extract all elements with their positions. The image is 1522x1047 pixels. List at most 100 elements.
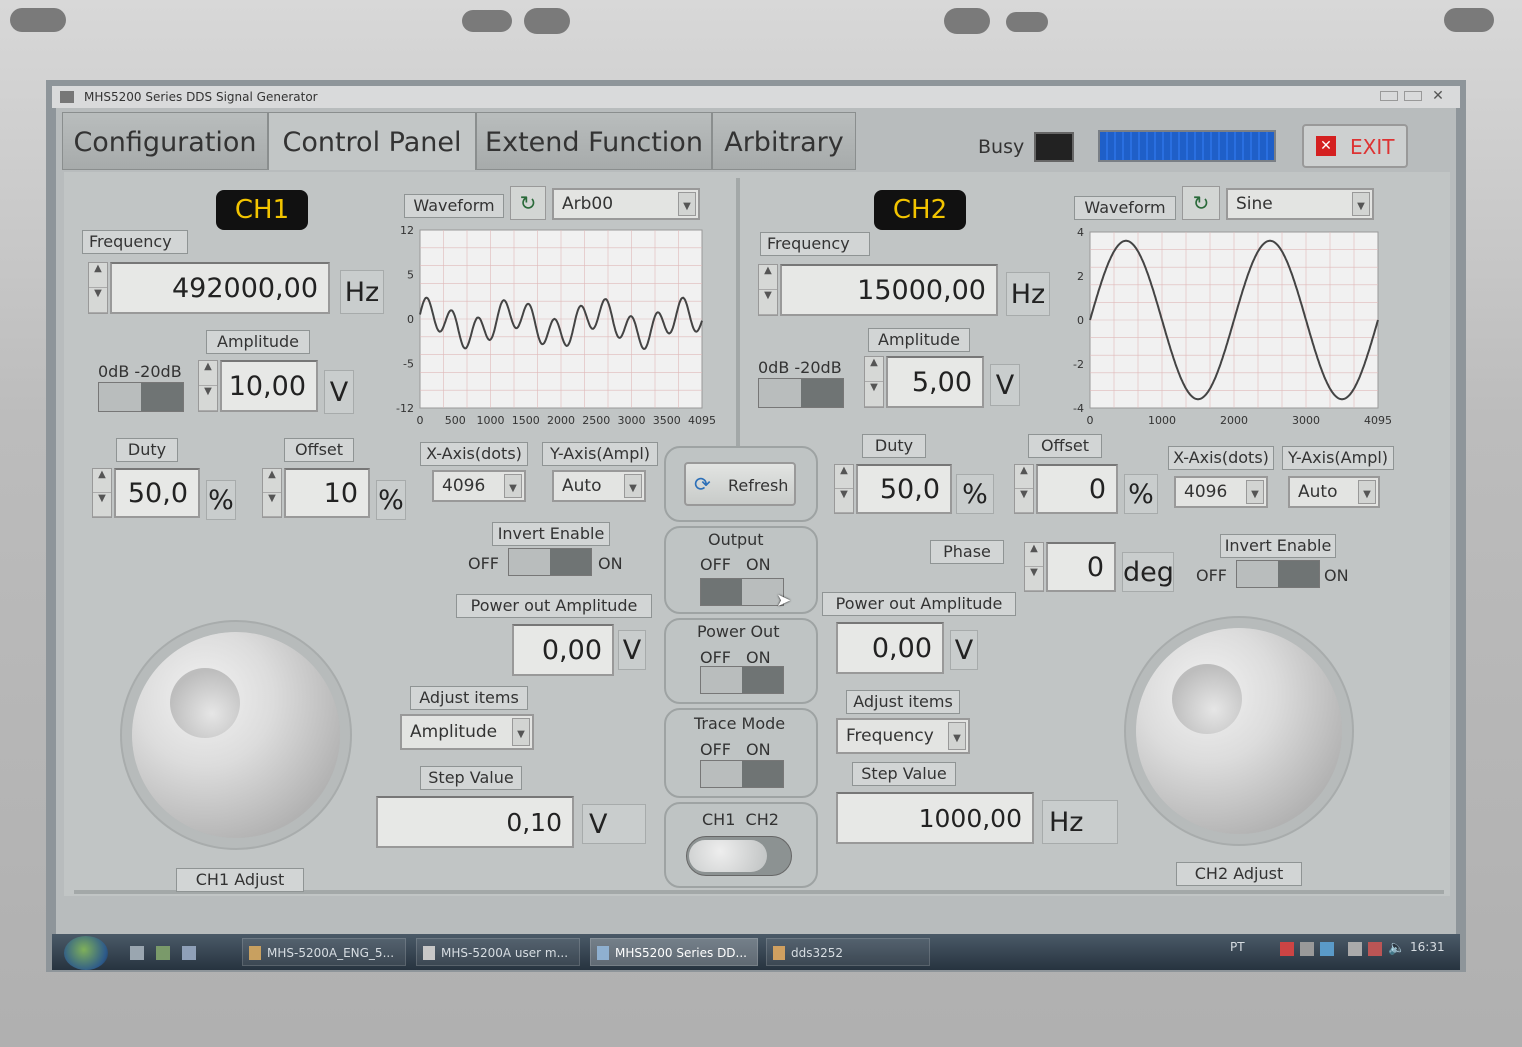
close-icon[interactable]: ✕: [1426, 88, 1450, 104]
ch2-offset-field[interactable]: 0: [1036, 464, 1118, 514]
ch1-offset-stepper[interactable]: ▲ ▼: [262, 468, 282, 518]
tab-arbitrary[interactable]: Arbitrary: [712, 112, 856, 170]
ch1-amplitude-field[interactable]: 10,00: [220, 360, 318, 412]
tray-icon[interactable]: [1368, 942, 1382, 956]
bezel-clip: [524, 8, 570, 34]
output-toggle[interactable]: [700, 578, 784, 606]
ch1-y-tick-label: 5: [407, 269, 414, 282]
ch1-waveform-select[interactable]: Arb00 ▼: [552, 188, 700, 220]
ch1-y-tick-label: 0: [407, 313, 414, 326]
ch1-duty-field[interactable]: 50,0: [114, 468, 200, 518]
ch2-step-unit: Hz: [1042, 800, 1118, 844]
ch2-duty-label: Duty: [862, 434, 926, 458]
tray-icon[interactable]: [1280, 942, 1294, 956]
ch2-atten-toggle[interactable]: [758, 378, 844, 408]
ch1-step-field[interactable]: 0,10: [376, 796, 574, 848]
ch1-atten-toggle[interactable]: [98, 382, 184, 412]
ch1-duty-unit: %: [206, 480, 236, 520]
tab-control-panel[interactable]: Control Panel: [268, 112, 476, 170]
ch2-frequency-field[interactable]: 15000,00: [780, 264, 998, 316]
ch2-frequency-stepper[interactable]: ▲ ▼: [758, 264, 778, 316]
taskbar-item-active[interactable]: MHS5200 Series DD...: [590, 938, 758, 966]
ch2-offset-label: Offset: [1028, 434, 1102, 458]
ch2-phase-field[interactable]: 0: [1046, 542, 1116, 592]
ch2-xaxis-label: X-Axis(dots): [1168, 446, 1274, 470]
minimize-icon[interactable]: [1380, 91, 1398, 101]
ch2-invert-label: Invert Enable: [1220, 534, 1336, 558]
tab-extend-function[interactable]: Extend Function: [476, 112, 712, 170]
ch2-yaxis-select[interactable]: Auto ▼: [1288, 476, 1380, 508]
ch1-offset-label: Offset: [284, 438, 354, 462]
ch2-phase-stepper[interactable]: ▲ ▼: [1024, 542, 1044, 592]
ch2-waveform-select[interactable]: Sine ▼: [1226, 188, 1374, 220]
clock[interactable]: 16:31: [1410, 940, 1445, 954]
volume-icon[interactable]: 🔈: [1388, 940, 1405, 956]
ch1-badge: CH1: [216, 190, 308, 230]
output-off-side: [701, 579, 742, 605]
ch1-offset-field[interactable]: 10: [284, 468, 370, 518]
ch2-offset-stepper[interactable]: ▲ ▼: [1014, 464, 1034, 514]
ch1-x-tick-label: 1500: [512, 414, 540, 427]
ch1-frequency-field[interactable]: 492000,00: [110, 262, 330, 314]
ch2-duty-stepper[interactable]: ▲ ▼: [834, 464, 854, 514]
language-indicator[interactable]: PT: [1230, 940, 1245, 954]
ch1-duty-stepper[interactable]: ▲ ▼: [92, 468, 112, 518]
tab-configuration[interactable]: Configuration: [62, 112, 268, 170]
chevron-down-icon: ▼: [504, 474, 522, 498]
taskbar-item[interactable]: MHS-5200A_ENG_5...: [242, 938, 406, 966]
ch1-power-out-amp-field: 0,00: [512, 624, 614, 676]
ch1-invert-off-label: OFF: [468, 554, 499, 573]
ch2-adjust-items-select[interactable]: Frequency ▼: [836, 718, 970, 754]
ch2-yaxis-value: Auto: [1298, 482, 1338, 502]
ch1-invert-toggle[interactable]: [508, 548, 592, 576]
tray-icon[interactable]: [1320, 942, 1334, 956]
ch1-adjust-items-select[interactable]: Amplitude ▼: [400, 714, 534, 750]
ch1-waveform-value: Arb00: [562, 194, 614, 214]
bezel-clip: [462, 10, 512, 32]
refresh-button[interactable]: ⟳ Refresh: [684, 462, 796, 506]
ch2-step-field[interactable]: 1000,00: [836, 792, 1034, 844]
ch1-duty-label: Duty: [116, 438, 178, 462]
chevron-down-icon: ▼: [1352, 192, 1370, 216]
ch1-y-ticks: 12 5 0 -5 -12: [396, 224, 414, 415]
ch1-waveform-refresh-icon[interactable]: ↻: [510, 186, 546, 220]
exit-button[interactable]: ✕ EXIT: [1302, 124, 1408, 168]
ch1-power-out-amp-unit: V: [618, 630, 646, 670]
ch1-yaxis-select[interactable]: Auto ▼: [552, 470, 646, 502]
power-out-toggle[interactable]: [700, 666, 784, 694]
maximize-icon[interactable]: [1404, 91, 1422, 101]
quick-launch-icon[interactable]: [130, 946, 144, 960]
ch2-adjust-knob[interactable]: [1136, 628, 1342, 834]
power-out-on-label: ON: [746, 648, 771, 667]
ch1-xaxis-select[interactable]: 4096 ▼: [432, 470, 526, 502]
ch1-atten-label: 0dB -20dB: [98, 362, 182, 381]
taskbar-item-label: dds3252: [791, 946, 844, 960]
ch2-invert-off-label: OFF: [1196, 566, 1227, 585]
ch2-duty-field[interactable]: 50,0: [856, 464, 952, 514]
ch1-x-tick-label: 2500: [582, 414, 610, 427]
power-out-off-side: [701, 667, 742, 693]
ch2-amplitude-field[interactable]: 5,00: [886, 356, 984, 408]
app-icon: [597, 946, 609, 960]
trace-mode-toggle[interactable]: [700, 760, 784, 788]
ch2-amplitude-stepper[interactable]: ▲ ▼: [864, 356, 884, 408]
quick-launch-icon[interactable]: [156, 946, 170, 960]
tray-icon[interactable]: [1300, 942, 1314, 956]
start-button[interactable]: [64, 936, 108, 970]
channel-select-switch[interactable]: [686, 836, 792, 876]
app-icon: [60, 91, 74, 103]
ch2-invert-toggle[interactable]: [1236, 560, 1320, 588]
taskbar-item[interactable]: MHS-5200A user m...: [416, 938, 580, 966]
network-icon[interactable]: [1348, 942, 1362, 956]
quick-launch-icon[interactable]: [182, 946, 196, 960]
ch2-power-out-amp-field: 0,00: [836, 622, 944, 674]
ch1-x-tick-label: 500: [445, 414, 466, 427]
power-out-off-label: OFF: [700, 648, 731, 667]
ch2-invert-on-label: ON: [1324, 566, 1349, 585]
taskbar-item[interactable]: dds3252: [766, 938, 930, 966]
ch2-waveform-refresh-icon[interactable]: ↻: [1182, 186, 1220, 220]
ch1-frequency-stepper[interactable]: ▲ ▼: [88, 262, 108, 314]
ch1-adjust-knob[interactable]: [132, 632, 340, 838]
ch2-xaxis-select[interactable]: 4096 ▼: [1174, 476, 1268, 508]
ch1-amplitude-stepper[interactable]: ▲ ▼: [198, 360, 218, 412]
